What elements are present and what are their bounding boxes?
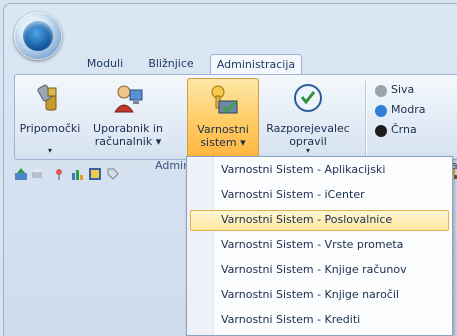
color-siva-label: Siva <box>391 83 415 96</box>
menu-item-label: Varnostni Sistem - iCenter <box>221 188 365 201</box>
pripomocki-arrow: ▾ <box>47 146 52 155</box>
menu-item-label: Varnostni Sistem - Aplikacijski <box>221 163 386 176</box>
color-modra-label: Modra <box>391 103 426 116</box>
menu-item-poslovalnice[interactable]: Varnostni Sistem - Poslovalnice <box>187 209 452 231</box>
tab-administracija[interactable]: Administracija <box>210 54 302 76</box>
menu-item-label: Varnostni Sistem - Knjige naročil <box>221 288 399 301</box>
silver-dot-icon <box>375 85 387 97</box>
ribbon-panel: Pripomočki ▾ Uporabnik in računalnik ▾ V… <box>14 74 457 172</box>
tools-icon <box>37 84 57 111</box>
menu-item-vrste-prometa[interactable]: Varnostni Sistem - Vrste prometa <box>187 234 452 256</box>
razporejevalec-opravil-label: Razporejevalec opravil <box>266 122 350 148</box>
menu-item-icenter[interactable]: Varnostni Sistem - iCenter <box>187 184 452 206</box>
menu-item-aplikacijski[interactable]: Varnostni Sistem - Aplikacijski <box>187 159 452 181</box>
color-crna-label: Črna <box>391 123 417 136</box>
chart-icon[interactable] <box>70 167 84 181</box>
varnostni-sistem-button[interactable]: Varnostni sistem ▾ <box>187 78 259 158</box>
menu-item-label: Varnostni Sistem - Krediti <box>221 313 361 326</box>
black-dot-icon <box>375 125 387 137</box>
razporejevalec-opravil-button[interactable]: Razporejevalec opravil ▾ <box>263 78 353 156</box>
menu-item-label: Varnostni Sistem - Poslovalnice <box>221 213 393 226</box>
menu-item-label: Varnostni Sistem - Knjige računov <box>221 263 407 276</box>
razporejevalec-arrow: ▾ <box>305 146 310 155</box>
menu-item-knjige-racunov[interactable]: Varnostni Sistem - Knjige računov <box>187 259 452 281</box>
menu-item-knjige-narocil[interactable]: Varnostni Sistem - Knjige naročil <box>187 284 452 306</box>
print-icon[interactable] <box>30 167 44 181</box>
menu-item-label: Varnostni Sistem - Vrste prometa <box>221 238 404 251</box>
pripomocki-button[interactable]: Pripomočki ▾ <box>19 78 81 156</box>
tab-bliznjice[interactable]: Bližnjice <box>140 54 202 74</box>
pin-icon[interactable] <box>52 167 66 181</box>
pripomocki-label: Pripomočki <box>19 122 81 135</box>
user-computer-icon <box>114 85 143 113</box>
ribbon-separator <box>365 81 366 157</box>
app-menu-orb-button[interactable] <box>14 12 62 60</box>
report-icon[interactable] <box>88 167 102 181</box>
uporabnik-racunalnik-button[interactable]: Uporabnik in računalnik ▾ <box>83 78 173 156</box>
tag-icon[interactable] <box>106 167 120 181</box>
scheduler-icon <box>294 84 322 112</box>
blue-dot-icon <box>375 105 387 117</box>
security-system-icon <box>211 85 238 114</box>
varnostni-sistem-dropdown-menu: Varnostni Sistem - Aplikacijski Varnostn… <box>186 156 453 336</box>
uporabnik-racunalnik-label: Uporabnik in računalnik ▾ <box>93 122 163 148</box>
upload-icon[interactable] <box>14 167 28 181</box>
tab-moduli[interactable]: Moduli <box>78 54 132 74</box>
varnostni-sistem-label: Varnostni sistem ▾ <box>197 123 249 149</box>
menu-item-krediti[interactable]: Varnostni Sistem - Krediti <box>187 309 452 331</box>
